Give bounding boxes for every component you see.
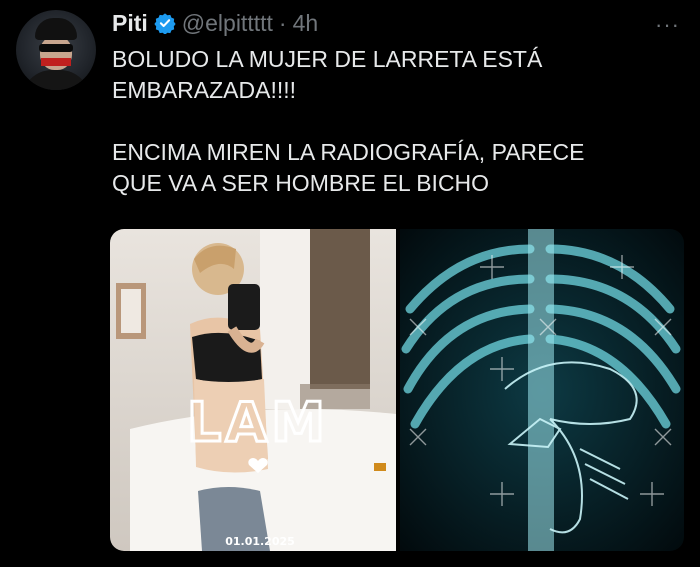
date-caption: 01.01.2025 [225,535,295,548]
author-handle[interactable]: @elpittttt [182,10,273,37]
author-name[interactable]: Piti [112,10,148,37]
separator-dot: · [278,9,287,36]
avatar-cap [35,18,77,40]
tweet-line: BOLUDO LA MUJER DE LARRETA ESTÁ [112,46,543,72]
tweet-line: QUE VA A SER HOMBRE EL BICHO [112,170,490,196]
more-options-icon[interactable]: ··· [655,12,680,38]
avatar-body [22,70,90,90]
tweet-media[interactable]: LAM 01.01.2025 [110,229,684,551]
xray-panel [400,229,684,551]
tweet-line: EMBARAZADA!!!! [112,77,297,103]
tweet-header: Piti @elpittttt · 4h [112,8,680,38]
photo-panel [110,229,396,551]
avatar-glasses [39,44,73,52]
avatar-patch [41,58,71,66]
avatar[interactable] [16,10,96,90]
timestamp[interactable]: 4h [293,10,319,37]
watermark-text: LAM [187,391,329,454]
tweet-line: ENCIMA MIREN LA RADIOGRAFÍA, PARECE [112,139,585,165]
tweet-text: BOLUDO LA MUJER DE LARRETA ESTÁ EMBARAZA… [112,44,682,199]
verified-badge-icon [154,13,176,34]
